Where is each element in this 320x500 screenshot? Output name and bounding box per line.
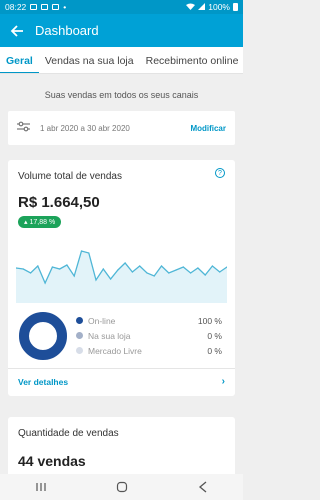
- tab-recebimento-online[interactable]: Recebimento online: [140, 47, 243, 73]
- change-percent: 17,88 %: [29, 218, 56, 226]
- tab-bar: Geral Vendas na sua loja Recebimento onl…: [0, 47, 243, 74]
- chart-point: [29, 272, 32, 274]
- legend-value: 0 %: [207, 345, 222, 356]
- view-details-link[interactable]: Ver detalhes: [18, 377, 68, 387]
- chart-point: [95, 279, 97, 281]
- chart-point: [22, 268, 24, 270]
- chart-point: [44, 282, 46, 284]
- chart-point: [37, 265, 39, 267]
- tab-geral[interactable]: Geral: [0, 47, 39, 73]
- donut-slice-online: [19, 312, 67, 360]
- signal-icon: [198, 2, 206, 12]
- chart-point: [197, 267, 199, 269]
- chart-point: [80, 250, 83, 252]
- sales-volume-chart: [16, 250, 227, 303]
- back-arrow-icon[interactable]: [9, 23, 25, 39]
- sales-quantity-title: Quantidade de vendas: [18, 428, 119, 439]
- legend-label: Na sua loja: [88, 330, 131, 341]
- chart-point: [51, 266, 53, 268]
- status-bar: 08:22 • 100%: [0, 0, 243, 14]
- chart-point: [175, 269, 177, 271]
- gallery-notification-icon: [30, 4, 38, 10]
- system-nav-bar: [0, 474, 243, 500]
- section-title: Suas vendas em todos os seus canais: [44, 90, 199, 100]
- message-notification-icon: [41, 4, 49, 10]
- chart-point: [59, 268, 61, 270]
- legend-label: Mercado Livre: [88, 345, 142, 356]
- chart-point: [124, 262, 126, 264]
- battery-percent: 100%: [208, 2, 230, 12]
- legend-item-in-store: Na sua loja 0 %: [76, 328, 222, 343]
- app-bar: Dashboard: [0, 14, 243, 47]
- sales-volume-card: Volume total de vendas ? R$ 1.664,50 ▴ 1…: [8, 160, 235, 396]
- legend-value: 0 %: [207, 330, 222, 341]
- legend-label: On-line: [88, 315, 116, 326]
- legend-dot: [76, 332, 83, 339]
- chart-point: [88, 252, 90, 254]
- legend-dot: [76, 347, 83, 354]
- chart-point: [109, 278, 112, 280]
- chart-point: [131, 271, 134, 273]
- chart-point: [117, 269, 119, 271]
- chart-point: [182, 266, 184, 268]
- chart-point: [139, 265, 141, 267]
- battery-icon: [233, 3, 238, 11]
- chart-point: [102, 268, 104, 270]
- legend-item-mercado-livre: Mercado Livre 0 %: [76, 343, 222, 358]
- date-filter[interactable]: 1 abr 2020 a 30 abr 2020 Modificar: [8, 111, 235, 145]
- sales-volume-amount: R$ 1.664,50: [18, 194, 100, 211]
- change-badge: ▴ 17,88 %: [18, 216, 62, 228]
- wifi-icon: [186, 2, 196, 12]
- up-arrow-icon: ▴: [24, 219, 28, 226]
- filter-sliders-icon[interactable]: [17, 119, 30, 137]
- email-notification-icon: [52, 4, 60, 10]
- help-icon[interactable]: ?: [215, 168, 225, 178]
- chart-point: [66, 264, 68, 266]
- chart-point: [153, 275, 155, 277]
- tab-vendas-na-sua-loja[interactable]: Vendas na sua loja: [39, 47, 140, 73]
- status-time: 08:22: [5, 2, 27, 12]
- legend-item-online: On-line 100 %: [76, 313, 222, 328]
- page-title: Dashboard: [35, 23, 99, 38]
- chart-point: [190, 272, 192, 274]
- chart-point: [146, 272, 148, 274]
- legend-dot: [76, 317, 83, 324]
- chart-point: [168, 272, 170, 274]
- chart-point: [219, 271, 221, 273]
- channel-donut-chart: [19, 312, 67, 360]
- card-divider: [8, 368, 235, 369]
- chart-point: [160, 265, 163, 267]
- chart-point: [211, 265, 214, 267]
- sales-quantity-value: 44 vendas: [18, 453, 86, 469]
- back-icon[interactable]: [188, 477, 218, 497]
- recent-apps-icon[interactable]: [26, 477, 56, 497]
- sales-volume-title: Volume total de vendas: [18, 171, 122, 182]
- chevron-right-icon[interactable]: ›: [222, 376, 225, 387]
- more-notifications-icon: •: [63, 2, 67, 12]
- modify-button[interactable]: Modificar: [190, 124, 226, 133]
- chart-point: [204, 274, 206, 276]
- chart-point: [73, 275, 75, 277]
- home-icon[interactable]: [107, 477, 137, 497]
- date-range-text: 1 abr 2020 a 30 abr 2020: [40, 123, 130, 133]
- channel-legend: On-line 100 % Na sua loja 0 % Mercado Li…: [76, 313, 222, 358]
- legend-value: 100 %: [197, 315, 222, 326]
